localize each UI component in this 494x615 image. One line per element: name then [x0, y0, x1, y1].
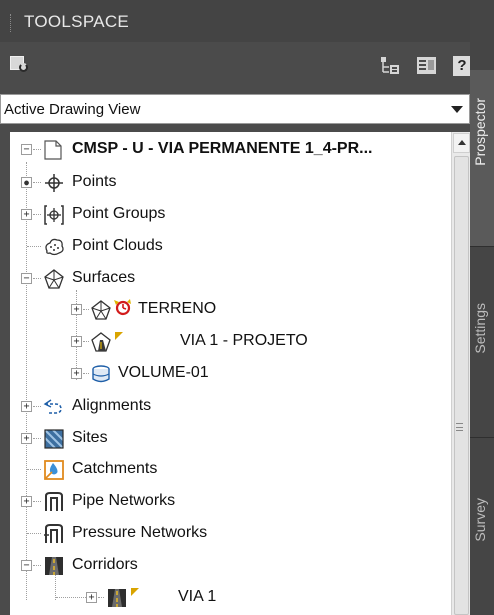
- expand-icon[interactable]: +: [21, 433, 32, 444]
- tree-item-terreno[interactable]: + TERRENO: [10, 295, 450, 325]
- tab-prospector[interactable]: Prospector: [470, 70, 494, 246]
- drawing-icon: [42, 139, 64, 161]
- catchments-icon: [43, 459, 65, 481]
- tab-label: Settings: [472, 303, 488, 354]
- tree-item-label: Surfaces: [72, 269, 136, 286]
- tree-item-label: TERRENO: [138, 300, 217, 317]
- tab-label: Prospector: [472, 98, 488, 166]
- expand-icon[interactable]: +: [21, 401, 32, 412]
- scroll-up-button[interactable]: [453, 133, 470, 153]
- surface-tin-icon: [90, 299, 112, 321]
- side-tabs: Prospector Settings Survey: [470, 0, 494, 615]
- tree-item-label: VIA 1: [178, 588, 217, 605]
- vertical-scrollbar[interactable]: [451, 132, 470, 615]
- out-of-date-icon: [111, 297, 133, 319]
- expand-icon[interactable]: +: [71, 336, 82, 347]
- scrollbar-grip-icon: [456, 423, 463, 431]
- tree-item-surfaces[interactable]: − Surfaces: [10, 264, 450, 294]
- tree-root[interactable]: − CMSP - U - VIA PERMANENTE 1_4-PR...: [10, 135, 450, 165]
- surface-volume-icon: [90, 363, 112, 385]
- expand-icon[interactable]: +: [71, 368, 82, 379]
- expand-icon[interactable]: +: [86, 592, 97, 603]
- tree-item-via1-projeto[interactable]: + VIA 1 - PROJETO: [10, 327, 450, 357]
- points-icon: [43, 172, 65, 194]
- title-bar[interactable]: TOOLSPACE: [0, 0, 470, 42]
- tree-root-label: CMSP - U - VIA PERMANENTE 1_4-PR...: [72, 140, 373, 157]
- panel-title: TOOLSPACE: [24, 12, 130, 31]
- refresh-icon[interactable]: [10, 56, 32, 76]
- tree-item-label: Point Groups: [72, 205, 166, 222]
- tree-item-label: Catchments: [72, 460, 158, 477]
- point-groups-icon: [43, 204, 65, 226]
- tree-item-corridors[interactable]: − Corridors: [10, 551, 450, 581]
- tree-item-points[interactable]: ● Points: [10, 168, 450, 198]
- corridor-icon: [106, 587, 128, 609]
- tree-item-label: Pressure Networks: [72, 524, 208, 541]
- tree-item-label: VOLUME-01: [118, 364, 209, 381]
- pressure-networks-icon: [43, 523, 65, 545]
- expand-icon[interactable]: +: [21, 209, 32, 220]
- flag-icon: [130, 584, 140, 596]
- tree-item-label: Corridors: [72, 556, 138, 573]
- tab-settings[interactable]: Settings: [470, 247, 494, 437]
- tree-item-point-clouds[interactable]: Point Clouds: [10, 232, 450, 262]
- point-clouds-icon: [43, 236, 65, 258]
- toolbar: ?: [0, 42, 471, 88]
- expand-icon[interactable]: +: [21, 496, 32, 507]
- prospector-tree: − CMSP - U - VIA PERMANENTE 1_4-PR... ● …: [10, 132, 470, 615]
- view-dropdown[interactable]: Active Drawing View: [0, 94, 470, 124]
- expand-icon[interactable]: +: [71, 304, 82, 315]
- corridors-icon: [43, 555, 65, 577]
- tree-item-sites[interactable]: + Sites: [10, 424, 450, 454]
- view-dropdown-value: Active Drawing View: [4, 101, 141, 118]
- tree-item-label: Pipe Networks: [72, 492, 176, 509]
- tree-item-catchments[interactable]: Catchments: [10, 455, 450, 485]
- sites-icon: [43, 428, 65, 450]
- tree-item-alignments[interactable]: + Alignments: [10, 392, 450, 422]
- tree-item-via1[interactable]: + VIA 1: [10, 583, 450, 613]
- alignments-icon: [43, 396, 65, 418]
- toolspace-panel: TOOLSPACE ? Active Drawing View − CMSP -…: [0, 0, 494, 615]
- surfaces-icon: [43, 268, 65, 290]
- tree-item-label: Sites: [72, 429, 108, 446]
- list-view-icon[interactable]: [416, 56, 438, 76]
- pipe-networks-icon: [43, 491, 65, 513]
- surface-corridor-icon: [90, 331, 112, 353]
- collapse-icon[interactable]: −: [21, 144, 32, 155]
- tree-item-label: Point Clouds: [72, 237, 163, 254]
- item-view-icon[interactable]: [379, 56, 401, 76]
- chevron-down-icon[interactable]: [451, 106, 463, 113]
- tree-item-point-groups[interactable]: + Point Groups: [10, 200, 450, 230]
- drag-grip[interactable]: [10, 14, 13, 32]
- collapse-icon[interactable]: −: [21, 273, 32, 284]
- tab-survey[interactable]: Survey: [470, 438, 494, 615]
- tree-item-volume01[interactable]: + VOLUME-01: [10, 359, 450, 389]
- tab-label: Survey: [472, 498, 488, 542]
- flag-icon: [114, 328, 124, 340]
- expand-icon[interactable]: ●: [21, 177, 32, 188]
- help-button[interactable]: ?: [453, 56, 471, 76]
- tree-item-label: VIA 1 - PROJETO: [180, 332, 308, 349]
- tree-item-label: Alignments: [72, 397, 152, 414]
- scrollbar-thumb[interactable]: [454, 156, 469, 615]
- collapse-icon[interactable]: −: [21, 560, 32, 571]
- tree-item-label: Points: [72, 173, 117, 190]
- tree-item-pipe-networks[interactable]: + Pipe Networks: [10, 487, 450, 517]
- tree-item-pressure-networks[interactable]: Pressure Networks: [10, 519, 450, 549]
